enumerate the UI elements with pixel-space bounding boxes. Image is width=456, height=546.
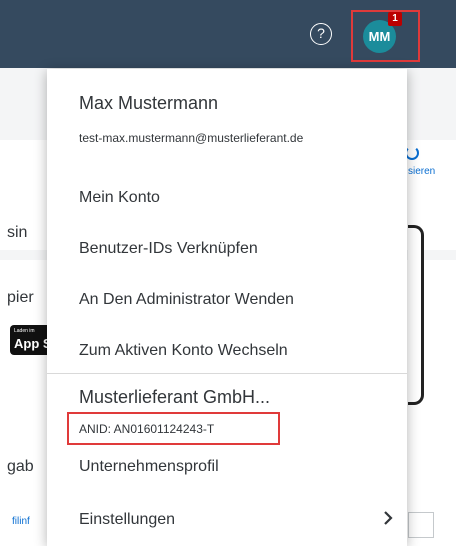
company-name: Musterlieferant GmbH...	[79, 387, 271, 407]
user-menu-dropdown: Max Mustermann test-max.mustermann@muste…	[47, 69, 407, 546]
menu-item-unternehmensprofil[interactable]: Unternehmensprofil	[79, 458, 219, 476]
background-text: sin	[7, 224, 28, 241]
menu-item-administrator[interactable]: An Den Administrator Wenden	[79, 291, 294, 309]
phone-illustration	[408, 225, 424, 405]
shell-bar: ? MM 1	[0, 0, 456, 68]
user-name: Max Mustermann	[79, 93, 219, 113]
background-text: gab	[7, 458, 34, 475]
refresh-link[interactable]: sieren	[408, 166, 435, 177]
menu-item-benutzer-ids[interactable]: Benutzer-IDs Verknüpfen	[79, 240, 258, 258]
menu-item-einstellungen[interactable]: Einstellungen	[79, 511, 175, 529]
menu-divider	[47, 373, 407, 374]
app-store-big-text: App S	[14, 336, 52, 351]
background-text: pier	[7, 289, 34, 306]
menu-item-konto-wechseln[interactable]: Zum Aktiven Konto Wechseln	[79, 342, 288, 360]
notification-badge[interactable]: 1	[388, 12, 402, 26]
user-email: test-max.mustermann@musterlieferant.de	[79, 131, 304, 145]
menu-item-mein-konto[interactable]: Mein Konto	[79, 189, 160, 207]
company-anid: ANID: AN01601124243-T	[79, 422, 215, 436]
background-input[interactable]	[408, 512, 434, 538]
background-link[interactable]: filinf	[12, 516, 30, 527]
refresh-icon[interactable]	[405, 146, 419, 160]
app-store-small-text: Laden im	[14, 328, 35, 334]
help-icon[interactable]: ?	[310, 23, 332, 45]
chevron-right-icon	[384, 511, 393, 525]
